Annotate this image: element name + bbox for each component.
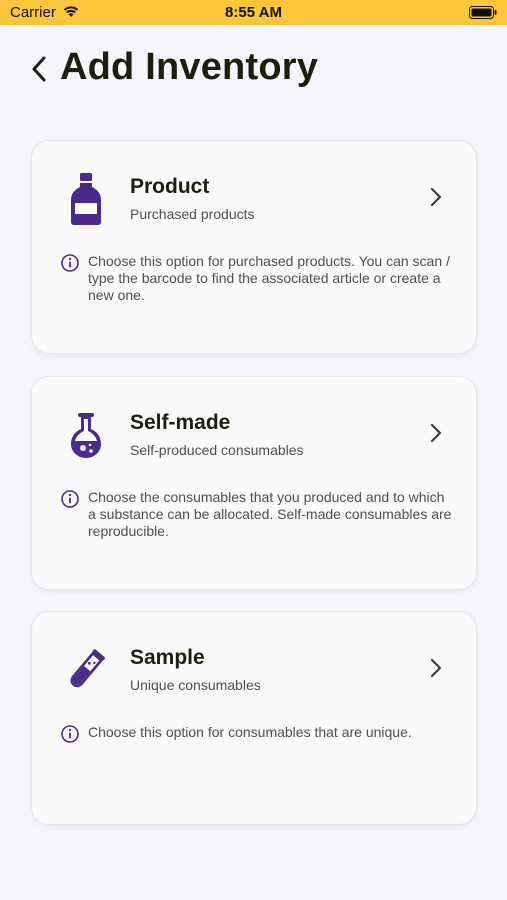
- flask-icon: [66, 407, 106, 463]
- option-info: Choose this option for consumables that …: [60, 724, 452, 744]
- bottle-icon: [66, 171, 106, 227]
- option-info-text: Choose the consumables that you produced…: [88, 489, 452, 539]
- chevron-right-icon: [426, 656, 446, 680]
- option-card-self-made[interactable]: Self-made Self-produced consumables Choo…: [31, 376, 477, 590]
- option-info-text: Choose this option for consumables that …: [88, 724, 412, 740]
- option-subtitle: Unique consumables: [130, 677, 261, 693]
- option-title: Self-made: [130, 411, 231, 434]
- test-tube-icon: [66, 642, 106, 698]
- wifi-icon: [62, 4, 80, 22]
- info-icon: [61, 254, 79, 272]
- status-bar: Carrier 8:55 AM: [0, 0, 507, 25]
- page-title: Add Inventory: [60, 46, 319, 88]
- option-title: Sample: [130, 646, 205, 669]
- info-icon: [61, 490, 79, 508]
- chevron-left-icon: [32, 56, 46, 82]
- option-info: Choose this option for purchased product…: [60, 253, 452, 304]
- battery-icon: [469, 6, 497, 19]
- status-left: Carrier: [10, 4, 80, 22]
- option-info: Choose the consumables that you produced…: [60, 489, 452, 540]
- back-button[interactable]: [24, 54, 54, 84]
- carrier-label: Carrier: [10, 4, 56, 21]
- chevron-right-icon: [426, 421, 446, 445]
- option-title: Product: [130, 175, 210, 198]
- info-icon: [61, 725, 79, 743]
- option-card-product[interactable]: Product Purchased products Choose this o…: [31, 140, 477, 354]
- option-subtitle: Self-produced consumables: [130, 442, 304, 458]
- chevron-right-icon: [426, 185, 446, 209]
- option-info-text: Choose this option for purchased product…: [88, 253, 450, 303]
- option-subtitle: Purchased products: [130, 206, 255, 222]
- header: Add Inventory: [0, 40, 507, 104]
- option-card-sample[interactable]: Sample Unique consumables Choose this op…: [31, 611, 477, 825]
